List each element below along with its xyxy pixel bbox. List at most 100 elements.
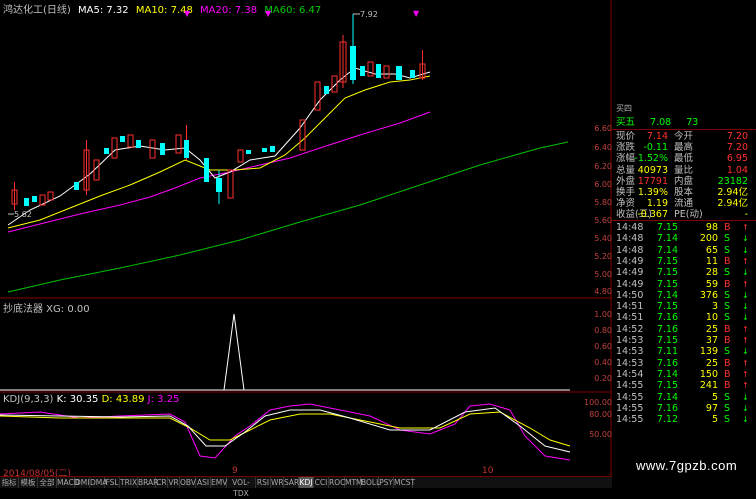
- tab-vol-tdx[interactable]: VOL-TDX: [227, 477, 256, 498]
- tick-side: B: [724, 323, 731, 335]
- indicator-tab-bar[interactable]: 指标 模板 全部 MACD DMI DMA FSL TRIX BRAR CR V…: [0, 476, 612, 498]
- candle: [104, 148, 109, 154]
- tick-row: 14:48 7.15 98 B ↑: [614, 222, 754, 233]
- tab-template[interactable]: 模板: [19, 477, 38, 488]
- kdj-k-value: K: 30.35: [56, 394, 99, 405]
- tick-volume: 3: [711, 301, 718, 313]
- tick-price: 7.16: [656, 357, 678, 369]
- tab-cci[interactable]: CCI: [314, 477, 329, 488]
- bid5-text: 买五 7.08 73: [616, 117, 699, 128]
- quote-row: 涨跌 -0.11 最高 7.20: [614, 142, 752, 153]
- tab-fsl[interactable]: FSL: [105, 477, 120, 488]
- tab-mtm[interactable]: MTM: [345, 477, 363, 488]
- tab-kdj[interactable]: KDJ: [299, 477, 314, 488]
- watermark: www.7gpzb.com: [636, 458, 738, 473]
- tick-time: 14:50: [616, 289, 644, 301]
- tab-emv[interactable]: EMV: [211, 477, 227, 488]
- tab-obv[interactable]: OBV: [180, 477, 196, 488]
- tab-macd[interactable]: MACD: [57, 477, 79, 488]
- tick-volume: 139: [699, 346, 718, 358]
- tick-time: 14:55: [616, 380, 644, 392]
- quote-value: 6.95: [726, 153, 748, 165]
- xg-axis-label: 0.80: [594, 326, 612, 335]
- tab-trix[interactable]: TRIX: [120, 477, 138, 488]
- quote-value: -: [744, 209, 748, 221]
- tab-brar[interactable]: BRAR: [138, 477, 158, 488]
- quote-label: 量比: [674, 164, 694, 176]
- tick-side: S: [724, 391, 731, 403]
- up-arrow-icon: ↑: [742, 223, 749, 232]
- ma10-line: [7, 75, 431, 229]
- tick-time: 14:48: [616, 233, 644, 245]
- tab-wr[interactable]: WR: [271, 477, 284, 488]
- tick-row: 14:52 7.16 25 B ↑: [614, 324, 754, 335]
- candle: [262, 148, 267, 152]
- tick-volume: 150: [699, 368, 718, 380]
- tab-index[interactable]: 指标: [0, 477, 19, 488]
- down-arrow-icon: ↓: [742, 403, 749, 413]
- up-arrow-icon: ↑: [742, 358, 749, 368]
- quote-value: 40973: [637, 164, 668, 176]
- quote-row: 换手 1.39% 股本 2.94亿: [614, 187, 752, 198]
- candle: [324, 86, 329, 94]
- tick-row: 14:48 7.14 200 S ↓: [614, 233, 754, 244]
- tab-all[interactable]: 全部: [38, 477, 57, 488]
- quote-label: 现价: [616, 131, 636, 142]
- tick-time: 14:49: [616, 255, 644, 267]
- tick-volume: 98: [705, 222, 718, 233]
- tick-side: B: [724, 222, 731, 233]
- quote-value: -0.367: [637, 209, 668, 221]
- signal-arrow: ▼: [265, 9, 272, 18]
- chart-area[interactable]: 鸿达化工(日线) MA5: 7.32 MA10: 7.48 MA20: 7.38…: [0, 0, 612, 487]
- price-axis-label: 6.60: [594, 124, 612, 133]
- tick-side: B: [724, 278, 731, 290]
- quote-label: 换手: [616, 187, 636, 198]
- tick-price: 7.14: [656, 244, 678, 256]
- up-arrow-icon: ↑: [742, 256, 749, 266]
- quote-label: 最低: [674, 153, 694, 165]
- tick-row: 14:54 7.14 150 B ↑: [614, 369, 754, 380]
- tab-rsi[interactable]: RSI: [256, 477, 271, 488]
- xg-axis-label: 1.00: [594, 310, 612, 319]
- quote-label: 股本: [674, 187, 694, 198]
- candle: [204, 158, 209, 182]
- tab-boll[interactable]: BOLL: [361, 477, 380, 488]
- tab-asi[interactable]: ASI: [196, 477, 211, 488]
- candle: [32, 196, 37, 202]
- tab-dmi[interactable]: DMI: [75, 477, 90, 488]
- tick-side: S: [724, 244, 731, 256]
- quote-label: PE(动): [674, 209, 703, 221]
- signal-arrow: ▼: [184, 9, 191, 18]
- tab-dma[interactable]: DMA: [90, 477, 107, 488]
- tick-price: 7.15: [656, 267, 678, 279]
- price-axis-label: 5.80: [594, 198, 612, 207]
- up-arrow-icon: ↑: [742, 324, 749, 334]
- tick-row: 14:51 7.16 10 S ↓: [614, 312, 754, 323]
- tick-side: B: [724, 357, 731, 369]
- tab-mcst[interactable]: MCST: [394, 477, 415, 488]
- tick-side: B: [724, 380, 731, 392]
- quote-row: 收益(三) -0.367 PE(动) -: [614, 209, 752, 220]
- quote-label: 今开: [674, 131, 694, 142]
- tab-psy[interactable]: PSY: [379, 477, 394, 488]
- tick-time: 14:48: [616, 222, 644, 233]
- kdj-d-line: [0, 411, 571, 447]
- tick-side: S: [724, 267, 731, 279]
- tick-volume: 25: [705, 323, 718, 335]
- tick-row: 14:48 7.14 65 S ↓: [614, 245, 754, 256]
- up-arrow-icon: ↑: [742, 279, 749, 289]
- quote-label: 涨幅: [616, 153, 636, 165]
- tab-roc[interactable]: ROC: [329, 477, 345, 488]
- price-axis-label: 5.00: [594, 270, 612, 279]
- tick-time: 14:48: [616, 244, 644, 256]
- candle: [360, 66, 365, 76]
- tab-sar[interactable]: SAR: [284, 477, 299, 488]
- quote-value: 2.94亿: [717, 198, 748, 210]
- up-arrow-icon: ↑: [742, 336, 749, 345]
- tick-side: B: [724, 335, 731, 346]
- tab-vr[interactable]: VR: [168, 477, 180, 488]
- tab-cr[interactable]: CR: [156, 477, 168, 488]
- kdj-name: KDJ(9,3,3): [3, 394, 54, 405]
- xg-axis-label: 0.20: [594, 374, 612, 383]
- candle: [149, 139, 156, 159]
